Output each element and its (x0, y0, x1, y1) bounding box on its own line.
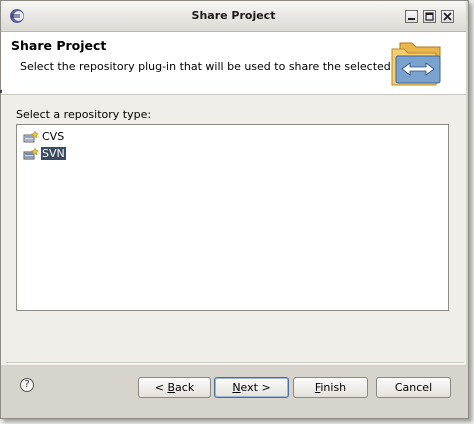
list-item-cvs[interactable]: CVS (23, 129, 65, 143)
cancel-button[interactable]: Cancel (376, 377, 451, 398)
close-button[interactable] (441, 10, 454, 23)
close-icon (443, 12, 452, 21)
help-icon: ? (24, 379, 30, 390)
maximize-button[interactable] (423, 10, 436, 23)
window-title: Share Project (191, 9, 276, 22)
back-button-mnemonic: B (167, 381, 176, 394)
minimize-icon (408, 18, 415, 20)
repository-type-list[interactable]: CVS SVN (16, 124, 449, 311)
page-description: Select the repository plug-in that will … (20, 60, 436, 73)
button-bar-separator (6, 362, 464, 364)
help-button[interactable]: ? (20, 378, 34, 392)
finish-button-label: inish (320, 381, 347, 394)
next-button[interactable]: Next > (214, 377, 289, 398)
edge-marker (0, 90, 2, 93)
list-item-svn[interactable]: SVN (23, 146, 66, 160)
back-button-prefix: < (154, 381, 168, 394)
cancel-button-label: Cancel (394, 381, 433, 394)
finish-button[interactable]: Finish (293, 377, 368, 398)
next-button-label: ext > (240, 381, 271, 394)
page-title: Share Project (11, 38, 107, 53)
back-button-label: ack (175, 381, 195, 394)
title-bar[interactable]: Share Project (1, 1, 466, 32)
cvs-repository-icon (23, 129, 40, 143)
list-item-label: SVN (41, 146, 66, 160)
repository-type-label: Select a repository type: (16, 108, 152, 121)
share-folders-icon (386, 39, 448, 90)
wizard-header: Share Project Select the repository plug… (1, 32, 466, 95)
next-button-mnemonic: N (232, 381, 241, 394)
back-button[interactable]: < Back (138, 377, 211, 398)
maximize-icon (425, 12, 434, 21)
list-item-label: CVS (42, 129, 65, 143)
minimize-button[interactable] (405, 10, 418, 23)
svn-repository-icon (23, 146, 40, 160)
